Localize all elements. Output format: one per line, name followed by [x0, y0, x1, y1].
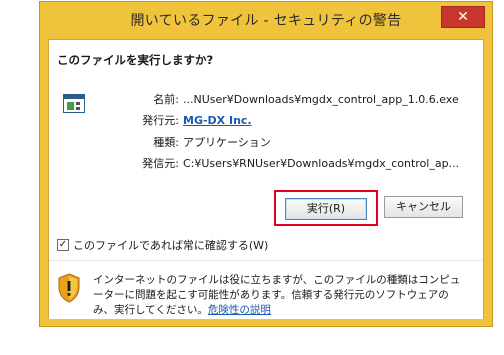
- dialog-content: このファイルを実行しますか? 名前: ...NUser¥Downloads¥mg…: [48, 39, 484, 319]
- close-button[interactable]: ✕: [441, 6, 485, 28]
- application-window-icon: [63, 94, 85, 113]
- file-type-value: アプリケーション: [183, 136, 271, 149]
- warning-panel: インターネットのファイルは役に立ちますが、このファイルの種類はコンピューターに問…: [49, 260, 483, 319]
- security-warning-dialog: 開いているファイル - セキュリティの警告 ✕ このファイルを実行しますか? 名…: [39, 1, 493, 327]
- risk-explanation-link[interactable]: 危険性の説明: [208, 304, 271, 316]
- field-label: 発信元:: [142, 157, 179, 170]
- publisher-link[interactable]: MG-DX Inc.: [183, 113, 252, 129]
- source-path-value: C:¥Users¥RNUser¥Downloads¥mgdx_control_a…: [183, 157, 460, 170]
- close-icon: ✕: [457, 9, 469, 25]
- always-check-label[interactable]: このファイルであれば常に確認する(W): [73, 239, 268, 253]
- title-bar[interactable]: 開いているファイル - セキュリティの警告 ✕: [40, 2, 492, 38]
- window-title: 開いているファイル - セキュリティの警告: [130, 13, 402, 29]
- run-button-highlight: 実行(R): [274, 190, 378, 226]
- run-button[interactable]: 実行(R): [285, 198, 367, 220]
- field-label: 発行元:: [142, 114, 179, 127]
- file-name-value: ...NUser¥Downloads¥mgdx_control_app_1.0.…: [183, 93, 459, 106]
- always-check-checkbox[interactable]: ✓: [57, 239, 69, 251]
- warning-message: インターネットのファイルは役に立ちますが、このファイルの種類はコンピューターに問…: [93, 273, 467, 318]
- warning-text: インターネットのファイルは役に立ちますが、このファイルの種類はコンピューターに問…: [93, 274, 461, 316]
- security-shield-icon: [58, 273, 80, 303]
- field-label: 種類:: [153, 136, 179, 149]
- field-label: 名前:: [153, 93, 179, 106]
- dialog-question: このファイルを実行しますか?: [57, 53, 214, 67]
- cancel-button[interactable]: キャンセル: [384, 196, 463, 218]
